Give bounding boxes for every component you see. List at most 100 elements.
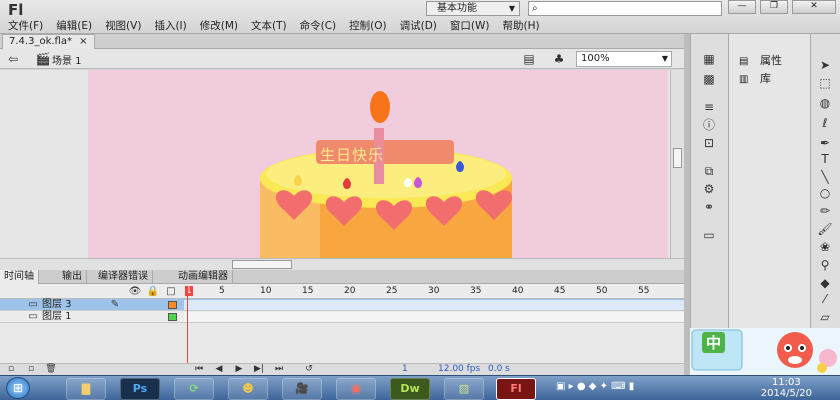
taskbar-flash[interactable]: Fl bbox=[496, 378, 536, 400]
menu-debug[interactable]: 调试(D) bbox=[400, 18, 437, 33]
deco-tool-icon[interactable]: ❀ bbox=[816, 240, 834, 254]
next-frame-icon[interactable]: ▶| bbox=[250, 362, 268, 376]
tools-panel: ➤ ⬚ ◍ ℓ ✒ T ╲ ○ ✏ 🖌 ❀ ⚲ ◆ ⁄ ▱ bbox=[810, 34, 840, 375]
eye-icon[interactable]: 👁 bbox=[126, 285, 144, 299]
eraser-tool-icon[interactable]: ▱ bbox=[816, 310, 834, 324]
timeline-header: 👁 🔒 □ 1 5 10 15 20 25 30 35 40 45 50 55 bbox=[0, 284, 684, 299]
library-panel-tab[interactable]: ▥ 库 bbox=[739, 70, 771, 86]
current-frame[interactable]: 1 bbox=[402, 364, 408, 374]
edit-symbols-icon[interactable]: ♣ bbox=[550, 52, 568, 66]
scene-label: 场景 1 bbox=[52, 56, 82, 67]
taskbar-photoshop[interactable]: Ps bbox=[120, 378, 160, 400]
minimize-button[interactable]: — bbox=[728, 0, 756, 14]
new-layer-icon[interactable]: ▫ bbox=[2, 362, 20, 376]
close-button[interactable]: ✕ bbox=[792, 0, 836, 14]
edit-scene-icon[interactable]: ▤ bbox=[520, 52, 538, 66]
document-tab[interactable]: 7.4.3_ok.fla* × bbox=[2, 34, 95, 49]
align-panel-icon[interactable]: ≡ bbox=[700, 100, 718, 114]
play-icon[interactable]: ▶ bbox=[230, 362, 248, 376]
menu-help[interactable]: 帮助(H) bbox=[502, 18, 539, 33]
clock-date: 2014/5/20 bbox=[760, 388, 812, 399]
paint-bucket-icon[interactable]: ◆ bbox=[816, 276, 834, 290]
3d-rotation-icon[interactable]: ◍ bbox=[816, 96, 834, 110]
menu-insert[interactable]: 插入(I) bbox=[154, 18, 186, 33]
eyedropper-icon[interactable]: ⁄ bbox=[816, 292, 834, 306]
menu-modify[interactable]: 修改(M) bbox=[200, 18, 238, 33]
code-snippets-icon[interactable]: ⧉ bbox=[700, 164, 718, 178]
collapsed-panels-column: ▦ ▩ ≡ ⓘ ⊡ ⧉ ⚙ ⚭ ▭ bbox=[690, 34, 728, 375]
lock-icon[interactable]: 🔒 bbox=[144, 285, 162, 299]
tab-output[interactable]: 输出 bbox=[58, 270, 87, 284]
horizontal-scrollbar[interactable] bbox=[0, 258, 684, 270]
taskbar-dreamweaver[interactable]: Dw bbox=[390, 378, 430, 400]
bone-tool-icon[interactable]: ⚲ bbox=[816, 258, 834, 272]
playhead[interactable] bbox=[187, 286, 188, 374]
menu-text[interactable]: 文本(T) bbox=[251, 18, 287, 33]
color-icon[interactable]: ▩ bbox=[700, 72, 718, 86]
layer-color-swatch[interactable] bbox=[168, 301, 177, 309]
lasso-tool-icon[interactable]: ℓ bbox=[816, 116, 834, 130]
scrollbar-thumb[interactable] bbox=[232, 260, 292, 269]
selection-tool-icon[interactable]: ➤ bbox=[816, 58, 834, 72]
outline-icon[interactable]: □ bbox=[162, 285, 180, 299]
layer-row[interactable]: ▭ 图层 1 bbox=[0, 311, 684, 323]
menu-commands[interactable]: 命令(C) bbox=[300, 18, 337, 33]
pen-tool-icon[interactable]: ✒ bbox=[816, 136, 834, 150]
tab-timeline[interactable]: 时间轴 bbox=[0, 270, 39, 284]
tab-compiler-errors[interactable]: 编译器错误 bbox=[94, 270, 153, 284]
first-frame-icon[interactable]: ⏮ bbox=[190, 362, 208, 376]
restore-button[interactable]: ❐ bbox=[760, 0, 788, 14]
motion-presets-icon[interactable]: ⚭ bbox=[700, 200, 718, 214]
layer-frames[interactable] bbox=[184, 300, 684, 310]
info-icon[interactable]: ⓘ bbox=[700, 118, 718, 132]
taskbar-explorer[interactable]: ▇ bbox=[66, 378, 106, 400]
frame-number: 55 bbox=[638, 286, 650, 296]
taskbar-app-mascot[interactable]: ☻ bbox=[228, 378, 268, 400]
frame-rate[interactable]: 12.00 fps bbox=[438, 364, 480, 374]
delete-layer-icon[interactable]: 🗑 bbox=[42, 362, 60, 376]
prev-frame-icon[interactable]: ◀ bbox=[210, 362, 228, 376]
align-icon[interactable]: ▦ bbox=[700, 52, 718, 66]
start-button[interactable]: ⊞ bbox=[6, 377, 30, 399]
new-folder-icon[interactable]: ▫ bbox=[22, 362, 40, 376]
candle-flame bbox=[370, 91, 390, 123]
system-tray[interactable]: ▣ ▸ ● ◆ ✦ ⌨ ▮ bbox=[556, 381, 686, 395]
layer-frames[interactable] bbox=[184, 312, 684, 322]
menu-control[interactable]: 控制(O) bbox=[349, 18, 386, 33]
transform-icon[interactable]: ⊡ bbox=[700, 136, 718, 150]
layer-name[interactable]: 图层 3 bbox=[42, 299, 72, 311]
menu-edit[interactable]: 编辑(E) bbox=[56, 18, 92, 33]
taskbar-app-green[interactable]: ⟳ bbox=[174, 378, 214, 400]
taskbar-clock[interactable]: 11:03 2014/5/20 bbox=[761, 377, 812, 399]
taskbar-app-red[interactable]: ▣ bbox=[336, 378, 376, 400]
last-frame-icon[interactable]: ⏭ bbox=[270, 362, 288, 376]
layer-color-swatch[interactable] bbox=[168, 313, 177, 321]
text-tool-icon[interactable]: T bbox=[816, 152, 834, 166]
back-arrow-icon[interactable]: ⇦ bbox=[4, 52, 22, 66]
vertical-scrollbar[interactable] bbox=[670, 70, 684, 258]
ime-mode-label[interactable]: 中 bbox=[702, 332, 726, 353]
taskbar-app-image[interactable]: ▨ bbox=[444, 378, 484, 400]
scene-panel-icon[interactable]: ▭ bbox=[700, 228, 718, 242]
layer-name[interactable]: 图层 1 bbox=[42, 311, 72, 323]
brush-tool-icon[interactable]: 🖌 bbox=[816, 222, 834, 236]
oval-tool-icon[interactable]: ○ bbox=[816, 186, 834, 200]
menu-window[interactable]: 窗口(W) bbox=[450, 18, 490, 33]
stage[interactable]: 生日快乐 bbox=[88, 70, 668, 258]
menu-file[interactable]: 文件(F) bbox=[8, 18, 43, 33]
line-tool-icon[interactable]: ╲ bbox=[816, 170, 834, 184]
search-input[interactable]: ⌕ bbox=[528, 1, 722, 16]
layer-row[interactable]: ▭ 图层 3 ✎ bbox=[0, 299, 684, 311]
loop-icon[interactable]: ↺ bbox=[300, 362, 318, 376]
free-transform-icon[interactable]: ⬚ bbox=[816, 76, 834, 90]
scrollbar-thumb[interactable] bbox=[673, 148, 682, 168]
tab-close-icon[interactable]: × bbox=[79, 36, 87, 47]
components-icon[interactable]: ⚙ bbox=[700, 182, 718, 196]
pencil-tool-icon[interactable]: ✏ bbox=[816, 204, 834, 218]
menu-view[interactable]: 视图(V) bbox=[105, 18, 141, 33]
tab-motion-editor[interactable]: 动画编辑器 bbox=[174, 270, 233, 284]
properties-panel-tab[interactable]: ▤ 属性 bbox=[739, 52, 782, 68]
workspace-switcher[interactable]: 基本功能 ▼ bbox=[426, 1, 520, 16]
taskbar-camera[interactable]: 🎥 bbox=[282, 378, 322, 400]
zoom-select[interactable]: 100% ▼ bbox=[576, 51, 672, 67]
